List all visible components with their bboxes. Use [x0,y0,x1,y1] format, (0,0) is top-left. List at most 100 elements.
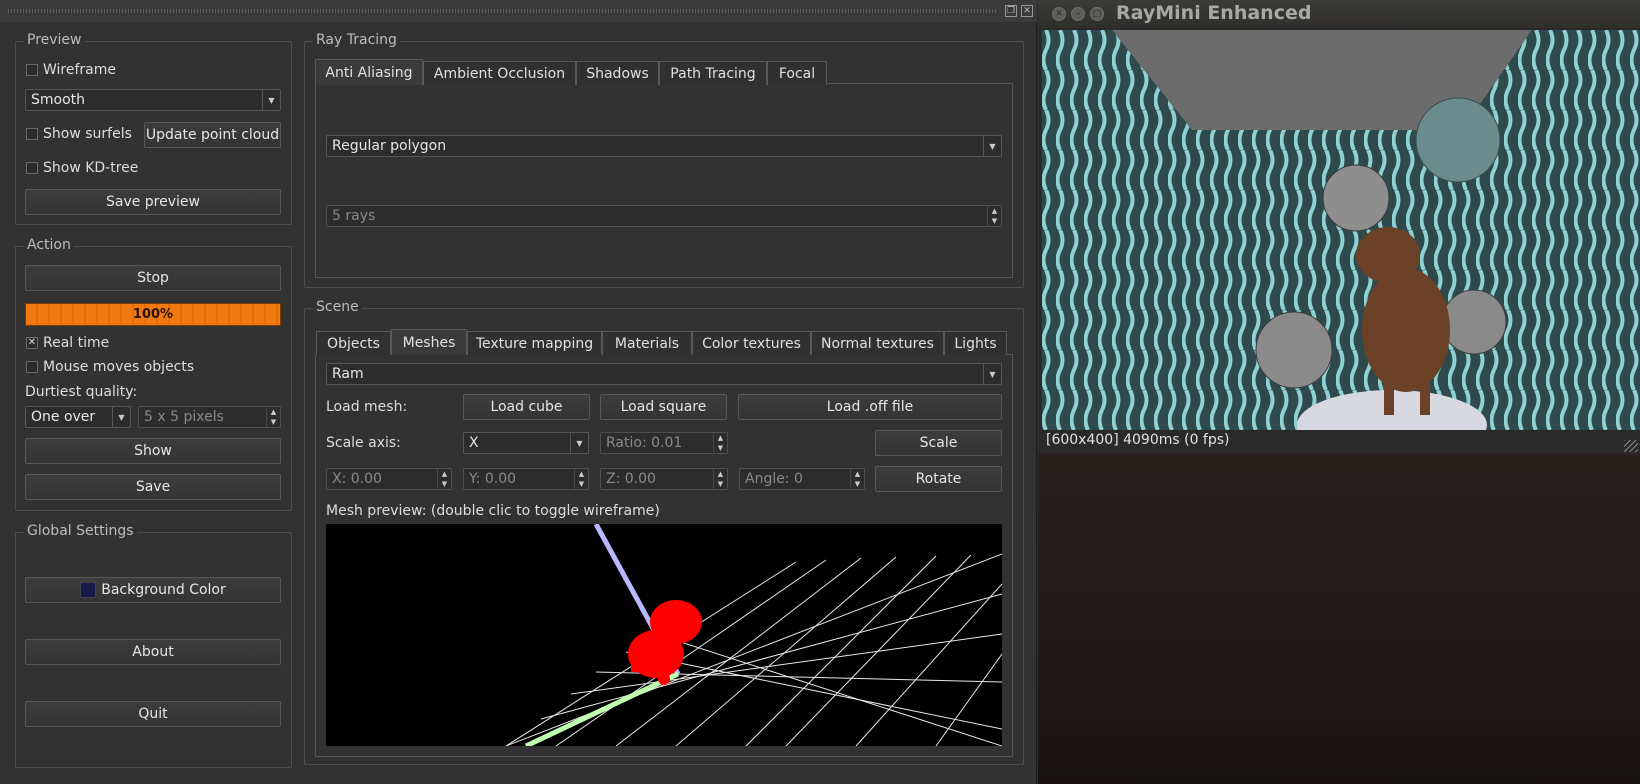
tab-texture-mapping[interactable]: Texture mapping [467,331,602,355]
real-time-checkbox[interactable]: ✕ [26,337,38,349]
chevron-down-icon: ▼ [262,90,280,110]
background-color-button[interactable]: Background Color [25,577,281,603]
stop-button[interactable]: Stop [25,265,281,291]
spin-arrows-icon[interactable]: ▲ ▼ [574,469,588,489]
wireframe-label: Wireframe [43,62,117,78]
load-mesh-label: Load mesh: [326,399,408,415]
aa-rays-spinbox[interactable]: 5 rays ▲ ▼ [326,205,1002,227]
scale-button[interactable]: Scale [875,430,1002,456]
spin-arrows-icon[interactable]: ▲ ▼ [850,469,864,489]
update-point-cloud-button[interactable]: Update point cloud [144,122,281,148]
ram-mesh [628,600,702,685]
show-surfels-checkbox[interactable] [26,128,38,140]
action-title: Action [24,237,74,253]
spin-arrows-icon[interactable]: ▲ ▼ [437,469,451,489]
save-button[interactable]: Save [25,474,281,500]
ratio-value: Ratio: 0.01 [606,435,683,451]
resize-grip-icon[interactable] [1624,440,1638,452]
aa-method-select[interactable]: Regular polygon ▼ [326,135,1002,157]
dock-grip[interactable] [8,9,998,13]
quality-mode-select[interactable]: One over ▼ [25,406,131,428]
mesh-select[interactable]: Ram ▼ [326,363,1002,385]
scale-axis-select[interactable]: X ▼ [463,432,589,454]
ground-grid [505,553,1002,746]
tab-path-tracing[interactable]: Path Tracing [659,61,767,85]
background-color-label: Background Color [101,582,226,598]
show-button[interactable]: Show [25,438,281,464]
chevron-down-icon: ▼ [983,136,1001,156]
tab-color-textures[interactable]: Color textures [692,331,811,355]
mesh-preview-canvas [505,524,1002,746]
tab-normal-textures[interactable]: Normal textures [811,331,944,355]
shading-mode-select[interactable]: Smooth ▼ [25,89,281,111]
chrome-sphere-right [1441,289,1507,355]
render-window: ✕ – □ RayMini Enhanced [600x400] 4090ms … [1038,0,1640,454]
render-viewport[interactable] [1042,30,1640,430]
render-status: [600x400] 4090ms (0 fps) [1046,432,1230,448]
load-square-button[interactable]: Load square [600,394,727,420]
aa-rays-value: 5 rays [332,208,376,224]
preview-title: Preview [24,32,85,48]
mesh-preview-viewport[interactable] [326,524,1002,746]
tab-meshes[interactable]: Meshes [391,329,467,355]
close-icon[interactable]: ✕ [1052,7,1066,21]
aa-method-value: Regular polygon [332,138,447,154]
scene-title: Scene [313,299,362,315]
quit-button[interactable]: Quit [25,701,281,727]
float-icon[interactable]: ❐ [1005,5,1017,17]
render-canvas [1042,30,1640,430]
x-value: X: 0.00 [332,471,382,487]
glass-sphere [1415,97,1501,183]
rotate-button[interactable]: Rotate [875,466,1002,492]
quality-pixels-spinbox[interactable]: 5 x 5 pixels ▲ ▼ [138,406,281,428]
tab-anti-aliasing[interactable]: Anti Aliasing [315,59,423,85]
save-preview-button[interactable]: Save preview [25,189,281,215]
about-button[interactable]: About [25,639,281,665]
tab-focal[interactable]: Focal [767,61,827,85]
tab-shadows[interactable]: Shadows [576,61,659,85]
color-swatch-icon [80,582,97,598]
show-surfels-label: Show surfels [43,126,132,142]
spin-arrows-icon[interactable]: ▲ ▼ [713,469,727,489]
progress-text: 100% [132,307,174,322]
quality-pixels-value: 5 x 5 pixels [144,409,224,425]
angle-spinbox[interactable]: Angle: 0 ▲ ▼ [739,468,865,490]
real-time-label: Real time [43,335,110,351]
y-value: Y: 0.00 [469,471,517,487]
maximize-icon[interactable]: □ [1090,7,1104,21]
desktop-background [1038,454,1640,784]
close-icon[interactable]: ✕ [1021,5,1033,17]
tab-objects[interactable]: Objects [316,331,391,355]
tab-ambient-occlusion[interactable]: Ambient Occlusion [423,61,576,85]
load-off-file-button[interactable]: Load .off file [738,394,1002,420]
dock-titlebar[interactable]: ❐ ✕ [0,0,1037,22]
show-kdtree-checkbox[interactable] [26,162,38,174]
y-spinbox[interactable]: Y: 0.00 ▲ ▼ [463,468,589,490]
spin-arrows-icon[interactable]: ▲ ▼ [266,407,280,427]
ray-tracing-title: Ray Tracing [313,32,400,48]
chevron-down-icon: ▼ [570,433,588,453]
angle-value: Angle: 0 [745,471,803,487]
show-kdtree-label: Show KD-tree [43,160,139,176]
mesh-select-value: Ram [332,366,364,382]
tab-materials[interactable]: Materials [602,331,692,355]
chevron-down-icon: ▼ [112,407,130,427]
ratio-spinbox[interactable]: Ratio: 0.01 ▲ ▼ [600,432,728,454]
minimize-icon[interactable]: – [1071,7,1085,21]
mesh-preview-label: Mesh preview: (double clic to toggle wir… [326,503,660,519]
scale-axis-value: X [469,435,479,451]
wireframe-checkbox[interactable] [26,64,38,76]
z-value: Z: 0.00 [606,471,656,487]
mouse-moves-checkbox[interactable] [26,361,38,373]
shading-mode-value: Smooth [31,92,86,108]
x-spinbox[interactable]: X: 0.00 ▲ ▼ [326,468,452,490]
render-titlebar[interactable]: ✕ – □ RayMini Enhanced [1038,0,1640,28]
tab-lights[interactable]: Lights [944,331,1007,355]
z-spinbox[interactable]: Z: 0.00 ▲ ▼ [600,468,728,490]
durtiest-quality-label: Durtiest quality: [25,384,138,400]
scale-axis-label: Scale axis: [326,435,401,451]
spin-arrows-icon[interactable]: ▲ ▼ [713,433,727,453]
spin-arrows-icon[interactable]: ▲ ▼ [987,206,1001,226]
load-cube-button[interactable]: Load cube [463,394,590,420]
chrome-sphere-left [1255,311,1333,389]
